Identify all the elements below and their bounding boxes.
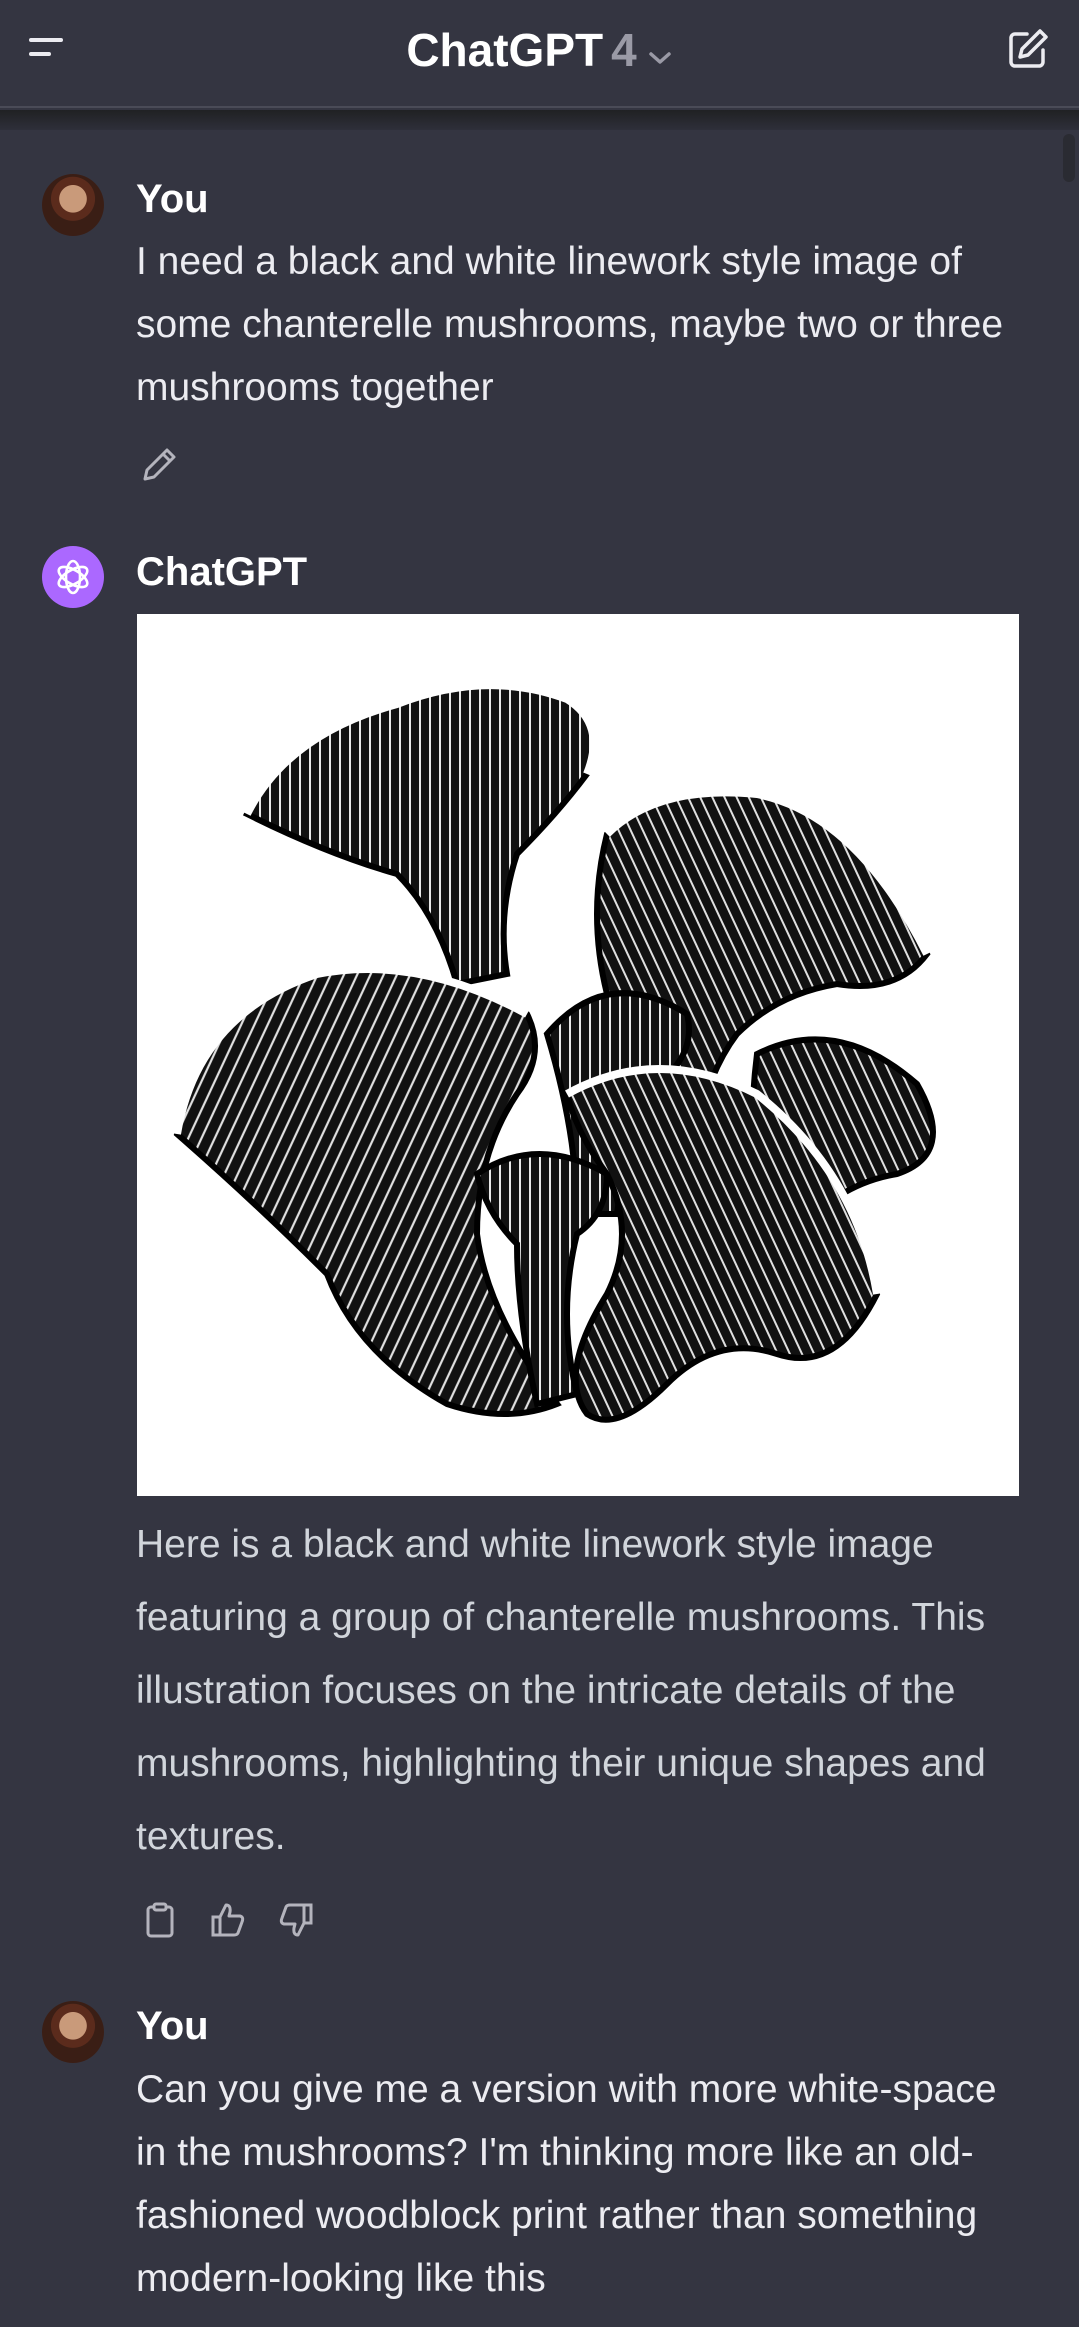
chatgpt-avatar	[42, 546, 104, 608]
chevron-down-icon	[647, 21, 673, 81]
thumbs-up-icon[interactable]	[204, 1896, 252, 1944]
top-bar: ChatGPT 4	[0, 0, 1079, 108]
message-author: You	[136, 2004, 209, 2048]
message-author: You	[136, 177, 209, 221]
model-selector[interactable]: ChatGPT 4	[0, 20, 1079, 81]
generated-image[interactable]	[137, 614, 1019, 1496]
mushroom-illustration	[173, 681, 936, 1423]
clipboard-icon[interactable]	[136, 1896, 184, 1944]
user-avatar	[42, 2001, 104, 2063]
pencil-edit-icon[interactable]	[136, 440, 184, 488]
scrollbar-thumb[interactable]	[1063, 134, 1075, 182]
thumbs-down-icon[interactable]	[272, 1896, 320, 1944]
user-avatar	[42, 174, 104, 236]
header-divider	[0, 110, 1079, 130]
app-title: ChatGPT	[406, 24, 604, 76]
scrollbar[interactable]	[1059, 130, 1079, 2327]
message-author: ChatGPT	[136, 550, 308, 594]
openai-logo-icon	[57, 559, 89, 595]
message-text: I need a black and white linework style …	[136, 240, 1004, 409]
model-version: 4	[611, 24, 637, 76]
message-text: Can you give me a version with more whit…	[136, 2068, 997, 2300]
new-chat-edit-icon[interactable]	[1005, 26, 1051, 72]
message-text: Here is a black and white linework style…	[136, 1523, 986, 1858]
